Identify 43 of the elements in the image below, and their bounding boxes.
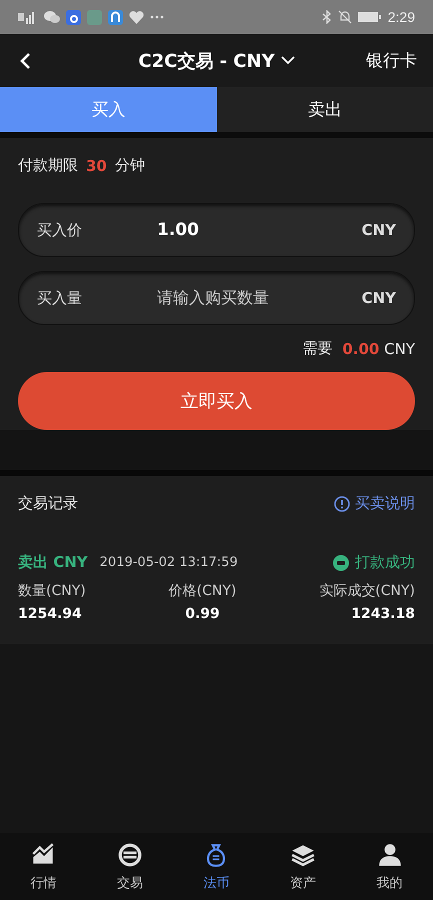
column-label: 价格(CNY): [168, 582, 236, 600]
bluetooth-icon: [322, 10, 332, 24]
column-value: 1254.94: [18, 606, 83, 622]
input-field[interactable]: 买入价 1.00 CNY: [18, 203, 415, 257]
payment-limit-label: 付款期限: [18, 156, 78, 175]
record-time: 2019-05-02 13:17:59: [100, 555, 239, 570]
record-type: 卖出 CNY: [18, 553, 88, 572]
help-link[interactable]: 买卖说明: [355, 494, 415, 513]
nav-icon: [376, 842, 403, 868]
chat-icon: [44, 10, 60, 24]
muted-bell-icon: [338, 10, 352, 24]
column-value: 0.99: [185, 606, 220, 622]
column-label: 数量(CNY): [18, 582, 86, 600]
buy-button[interactable]: 立即买入: [18, 372, 415, 430]
total-unit: CNY: [384, 340, 415, 358]
more-icon: [150, 15, 164, 19]
record-status: 打款成功: [355, 553, 415, 572]
column-label: 实际成交(CNY): [319, 582, 415, 600]
app-icon: [87, 10, 102, 24]
battery-icon: [358, 11, 382, 23]
nav-item[interactable]: 资产: [260, 833, 346, 900]
info-icon[interactable]: [334, 496, 350, 512]
total-label: 需要: [302, 339, 332, 358]
status-icon: [333, 554, 349, 570]
nav-item[interactable]: 法币: [173, 833, 260, 900]
nav-item[interactable]: 交易: [86, 833, 174, 900]
nav-icon: [116, 842, 143, 868]
page-title[interactable]: C2C交易 - CNY: [138, 48, 275, 72]
payment-limit-unit: 分钟: [114, 156, 145, 175]
tab[interactable]: 卖出: [216, 87, 433, 132]
heart-icon: [129, 10, 144, 24]
total-value: 0.00: [342, 340, 380, 358]
app-icon: [108, 10, 123, 24]
nav-item[interactable]: 我的: [346, 833, 433, 900]
status-time: 2:29: [388, 9, 415, 25]
column-value: 1243.18: [351, 606, 415, 622]
app-icon: [66, 10, 81, 24]
input-field[interactable]: 买入量 请输入购买数量 CNY: [18, 271, 415, 325]
bank-card-link[interactable]: 银行卡: [366, 49, 417, 72]
payment-limit-value: 30: [86, 156, 107, 174]
section-title: 交易记录: [18, 494, 79, 513]
nav-item[interactable]: 行情: [0, 833, 87, 900]
chevron-down-icon[interactable]: [280, 56, 295, 65]
